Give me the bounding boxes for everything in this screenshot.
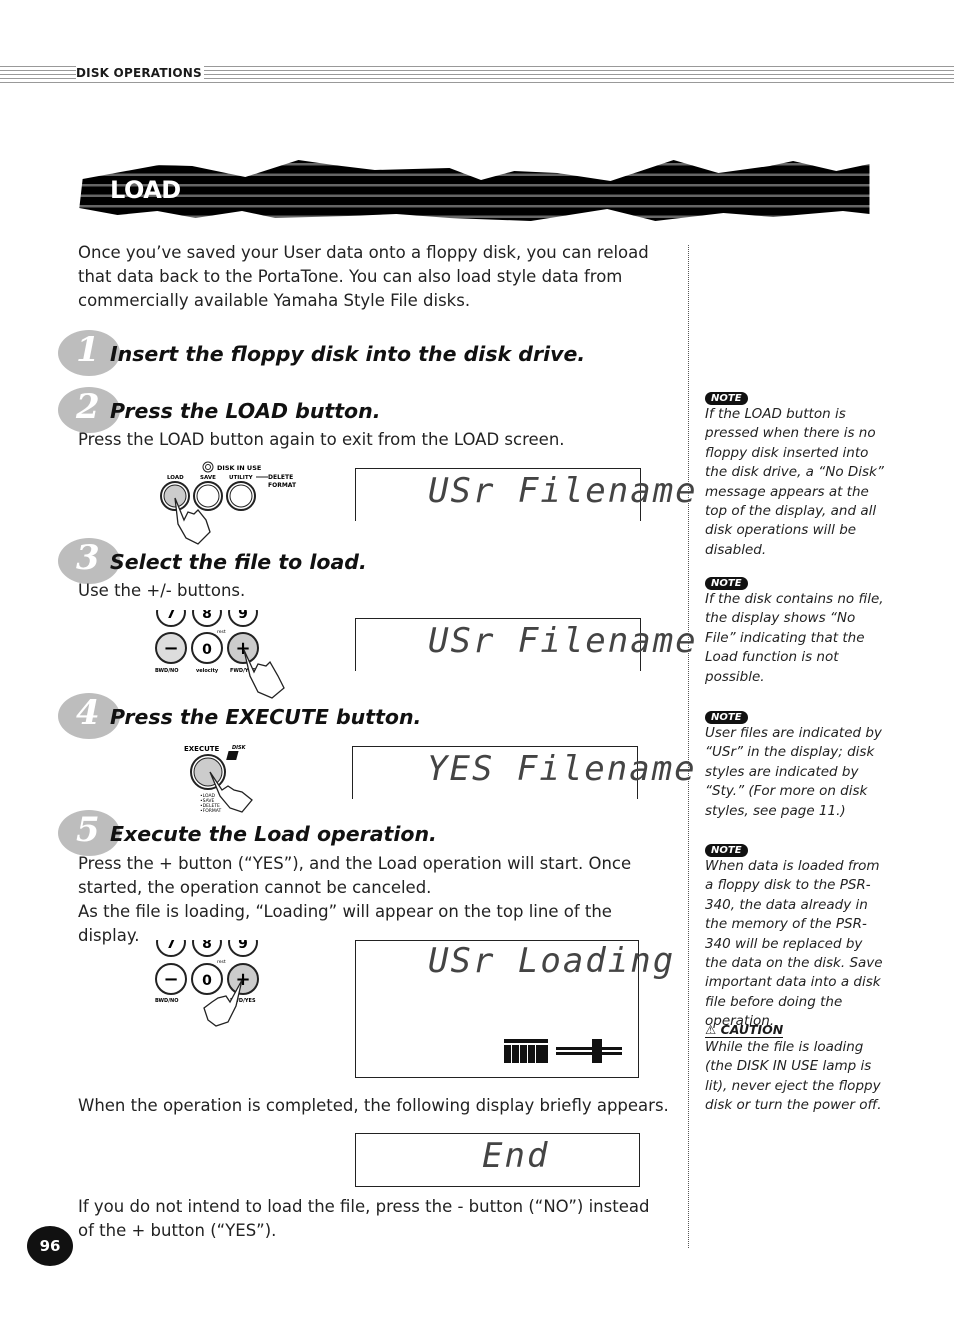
key-0[interactable]: 0 — [202, 973, 212, 989]
note-3: NOTE User files are indicated by “USr” i… — [705, 705, 885, 821]
disk-icon — [226, 751, 239, 760]
load-button[interactable] — [160, 481, 190, 511]
note-text: If the disk contains no file, the displa… — [705, 591, 884, 685]
note-badge: NOTE — [705, 711, 748, 724]
step-3-heading: Select the file to load. — [110, 550, 367, 574]
lcd-text: YES Filename — [427, 749, 697, 789]
disk-buttons-illustration: DISK IN USE LOAD SAVE UTILITY DELETE FOR… — [160, 461, 297, 545]
cancel-text: If you do not intend to load the file, p… — [78, 1197, 650, 1240]
key-0[interactable]: 0 — [202, 642, 212, 658]
utility-button[interactable] — [226, 481, 256, 511]
step-5-body-1: Press the + button (“YES”), and the Load… — [78, 854, 632, 897]
page-number: 96 — [27, 1226, 73, 1266]
column-divider — [688, 245, 689, 1248]
note-text: When data is loaded from a floppy disk t… — [705, 858, 883, 1030]
step-3-body: Use the +/- buttons. — [78, 581, 246, 600]
lcd-text: USr Filename — [428, 471, 698, 511]
velocity-label: velocity — [196, 668, 219, 674]
step-4-heading: Press the EXECUTE button. — [110, 705, 422, 729]
completed-text: When the operation is completed, the fol… — [78, 1096, 669, 1115]
utility-label: UTILITY — [229, 475, 254, 481]
execute-button[interactable] — [190, 754, 226, 790]
intro-paragraph: Once you’ve saved your User data onto a … — [78, 243, 649, 310]
step-1-number: 1 — [76, 330, 100, 370]
step-5-number: 5 — [76, 810, 100, 850]
note-text: If the LOAD button is pressed when there… — [705, 406, 884, 558]
note-1: NOTE If the LOAD button is pressed when … — [705, 386, 885, 560]
save-button[interactable] — [193, 481, 223, 511]
page-title: LOAD — [110, 176, 181, 204]
lcd-text: USr Filename — [428, 621, 698, 661]
title-banner — [79, 160, 870, 221]
warning-triangle-icon: ⚠ — [705, 1022, 721, 1037]
lcd-display-3: YES Filename — [352, 746, 695, 799]
note-2: NOTE If the disk contains no file, the d… — [705, 571, 885, 687]
number-keys-illustration-2: 7 8 9 − 0 + rest BWD/NO FWD/YES — [150, 936, 280, 1027]
lcd-display-4: USr Loading — [355, 940, 673, 1078]
step-3-number: 3 — [76, 538, 100, 578]
rest-label: rest — [217, 959, 226, 965]
note-text: User files are indicated by “USr” in the… — [705, 725, 882, 819]
note-badge: NOTE — [705, 577, 748, 590]
caution-label: CAUTION — [720, 1022, 784, 1037]
note-4: NOTE When data is loaded from a floppy d… — [705, 838, 885, 1032]
delete-label: DELETE — [268, 474, 293, 481]
progress-indicator-icon — [504, 1039, 622, 1063]
step-2-body: Press the LOAD button again to exit from… — [78, 430, 565, 449]
execute-button-illustration: EXECUTE DISK •LOAD •SAVE •DELETE •FORMAT — [184, 745, 253, 814]
section-title: DISK OPERATIONS — [76, 66, 204, 80]
step-2-number: 2 — [76, 387, 100, 427]
sub-format: •FORMAT — [200, 808, 222, 814]
rest-label: rest — [217, 629, 226, 635]
note-badge: NOTE — [705, 844, 748, 857]
execute-label: EXECUTE — [184, 745, 220, 753]
plus-button[interactable]: + — [235, 638, 250, 659]
disk-label: DISK — [232, 745, 247, 751]
format-label: FORMAT — [268, 482, 297, 489]
disk-in-use-label: DISK IN USE — [217, 464, 261, 472]
number-keys-illustration: 7 8 9 − 0 + rest BWD/NO velocity FWD/YES — [150, 606, 300, 699]
minus-button[interactable]: − — [163, 638, 178, 659]
lcd-text: End — [482, 1136, 550, 1176]
step-2-heading: Press the LOAD button. — [110, 399, 381, 423]
note-badge: NOTE — [705, 392, 748, 405]
step-5-heading: Execute the Load operation. — [110, 822, 437, 846]
save-label: SAVE — [200, 475, 216, 481]
bwd-no-label: BWD/NO — [155, 998, 178, 1004]
step-1-heading: Insert the floppy disk into the disk dri… — [110, 342, 586, 366]
caution: ⚠ CAUTION While the file is loading (the… — [705, 1019, 885, 1116]
lcd-display-5: End — [355, 1133, 640, 1187]
bwd-no-label: BWD/NO — [155, 668, 178, 674]
caution-text: While the file is loading (the DISK IN U… — [705, 1039, 882, 1114]
lcd-text: USr Loading — [428, 941, 676, 981]
step-4-number: 4 — [76, 693, 100, 733]
lcd-display-1: USr Filename — [355, 468, 696, 521]
lcd-display-2: USr Filename — [355, 618, 696, 671]
minus-button[interactable]: − — [163, 969, 178, 990]
load-label: LOAD — [167, 475, 184, 481]
